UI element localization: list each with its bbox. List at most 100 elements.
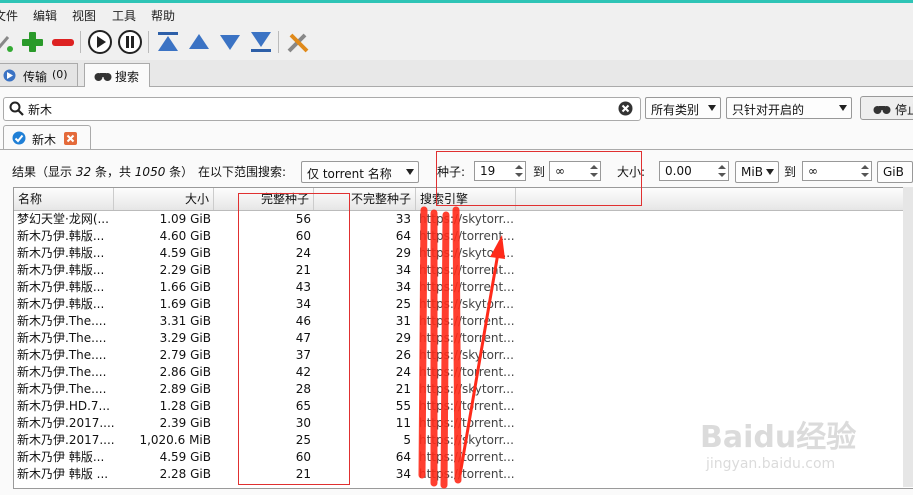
cell-size: 1.69 GiB <box>159 297 211 311</box>
column-leechers-label: 不完整种子 <box>350 192 411 206</box>
cell-leechers: 26 <box>395 348 411 362</box>
spin-up-icon[interactable] <box>861 165 869 169</box>
cell-size: 2.89 GiB <box>159 382 211 396</box>
search-input[interactable]: 新木 <box>3 97 641 121</box>
max-size-unit-select[interactable]: GiB <box>877 161 913 183</box>
add-link-button[interactable] <box>0 29 18 55</box>
tab-transfers[interactable]: 传输 (0) <box>0 63 78 86</box>
pause-icon <box>118 30 142 54</box>
min-seeds-value: 19 <box>480 164 496 178</box>
cell-seeds: 25 <box>295 433 311 447</box>
add-torrent-button[interactable] <box>19 29 45 55</box>
column-header-size[interactable]: 大小 <box>114 188 214 210</box>
seeds-label: 种子: <box>437 165 466 179</box>
search-range-select[interactable]: 仅 torrent 名称 <box>301 161 419 183</box>
menu-tools[interactable]: 工具 <box>112 7 136 24</box>
min-size-value: 0.00 <box>665 164 692 178</box>
chevron-down-icon <box>708 105 716 111</box>
menu-view[interactable]: 视图 <box>72 7 96 24</box>
cell-size: 4.60 GiB <box>159 229 211 243</box>
minus-icon <box>52 39 74 46</box>
cell-size: 2.86 GiB <box>159 365 211 379</box>
cell-name: 新木乃伊.The.... <box>17 348 107 362</box>
menu-edit[interactable]: 编辑 <box>33 7 57 24</box>
move-up-button[interactable] <box>186 29 212 55</box>
cell-name: 新木乃伊.2017.... <box>17 433 114 447</box>
max-size-spinbox[interactable]: ∞ <box>802 161 872 181</box>
play-icon <box>88 30 112 54</box>
max-seeds-spinbox[interactable]: ∞ <box>549 161 601 181</box>
search-result-tab[interactable]: 新木 <box>3 125 91 150</box>
cell-name: 新木乃伊 韩版 ... <box>17 467 109 481</box>
cell-seeds: 46 <box>295 314 311 328</box>
close-tab-icon[interactable] <box>64 132 77 145</box>
stop-search-label: 停止 <box>895 103 913 117</box>
move-bottom-button[interactable] <box>248 29 274 55</box>
cell-leechers: 29 <box>395 331 411 345</box>
subtab-divider <box>0 149 913 150</box>
search-status-icon <box>12 131 26 145</box>
resume-button[interactable] <box>87 29 113 55</box>
column-engine-label: 搜索引擎 <box>420 192 469 206</box>
search-icon <box>9 101 24 116</box>
search-range-value: 仅 torrent 名称 <box>307 167 392 181</box>
cell-seeds: 65 <box>295 399 311 413</box>
stop-search-button[interactable]: 停止 <box>860 96 913 120</box>
toolbar <box>0 26 913 58</box>
results-suffix: 条） <box>169 165 194 179</box>
cell-name: 新木乃伊.韩版... <box>17 246 105 260</box>
size-label: 大小: <box>617 165 646 179</box>
tab-transfers-label: 传输 <box>23 70 48 84</box>
max-size-value: ∞ <box>808 164 818 178</box>
menu-help[interactable]: 帮助 <box>151 7 175 24</box>
min-size-spinbox[interactable]: 0.00 <box>659 161 729 181</box>
options-button[interactable] <box>285 29 311 55</box>
cell-size: 2.79 GiB <box>159 348 211 362</box>
binoculars-icon <box>94 73 112 81</box>
plugin-scope-select[interactable]: 只针对开启的 <box>726 97 852 119</box>
pause-button[interactable] <box>117 29 143 55</box>
cell-seeds: 42 <box>295 365 311 379</box>
search-query: 新木 <box>28 103 53 117</box>
delete-button[interactable] <box>50 29 76 55</box>
cell-name: 新木乃伊.2017.... <box>17 416 114 430</box>
spin-down-icon[interactable] <box>718 173 726 177</box>
cell-seeds: 30 <box>295 416 311 430</box>
search-range-label: 在以下范围搜索: <box>198 165 287 179</box>
cell-name: 新木乃伊.The.... <box>17 314 107 328</box>
move-down-button[interactable] <box>217 29 243 55</box>
spin-up-icon[interactable] <box>590 165 598 169</box>
arrow-up-icon <box>189 34 209 49</box>
cell-seeds: 24 <box>295 246 311 260</box>
cell-size: 1,020.6 MiB <box>139 433 211 447</box>
cell-seeds: 47 <box>295 331 311 345</box>
move-top-button[interactable] <box>155 29 181 55</box>
spin-down-icon[interactable] <box>861 173 869 177</box>
spin-down-icon[interactable] <box>590 173 598 177</box>
cell-size: 1.09 GiB <box>159 212 211 226</box>
min-size-unit-select[interactable]: MiB <box>735 161 779 183</box>
tools-icon <box>287 33 309 53</box>
menu-file[interactable]: 文件 <box>0 7 18 24</box>
chevron-down-icon <box>766 169 774 175</box>
spin-down-icon[interactable] <box>515 173 523 177</box>
cell-name: 新木乃伊.HD.7... <box>17 399 110 413</box>
tab-search[interactable]: 搜索 <box>84 63 150 88</box>
column-header-seeds[interactable]: 完整种子 <box>214 188 314 210</box>
vertical-scrollbar[interactable] <box>903 187 913 487</box>
menu-bar: 文件 编辑 视图 工具 帮助 <box>0 3 913 25</box>
column-header-leechers[interactable]: 不完整种子 <box>314 188 416 210</box>
column-header-name[interactable]: 名称 <box>14 188 114 210</box>
tab-search-label: 搜索 <box>115 70 140 84</box>
category-select[interactable]: 所有类别 <box>645 97 721 119</box>
cell-size: 1.28 GiB <box>159 399 211 413</box>
clear-search-icon[interactable] <box>618 101 633 116</box>
cell-leechers: 64 <box>395 450 411 464</box>
toolbar-separator <box>80 31 81 53</box>
cell-leechers: 34 <box>395 263 411 277</box>
min-seeds-spinbox[interactable]: 19 <box>474 161 526 181</box>
spin-up-icon[interactable] <box>515 165 523 169</box>
spin-up-icon[interactable] <box>718 165 726 169</box>
cell-seeds: 28 <box>295 382 311 396</box>
magnet-link-icon <box>0 36 13 52</box>
